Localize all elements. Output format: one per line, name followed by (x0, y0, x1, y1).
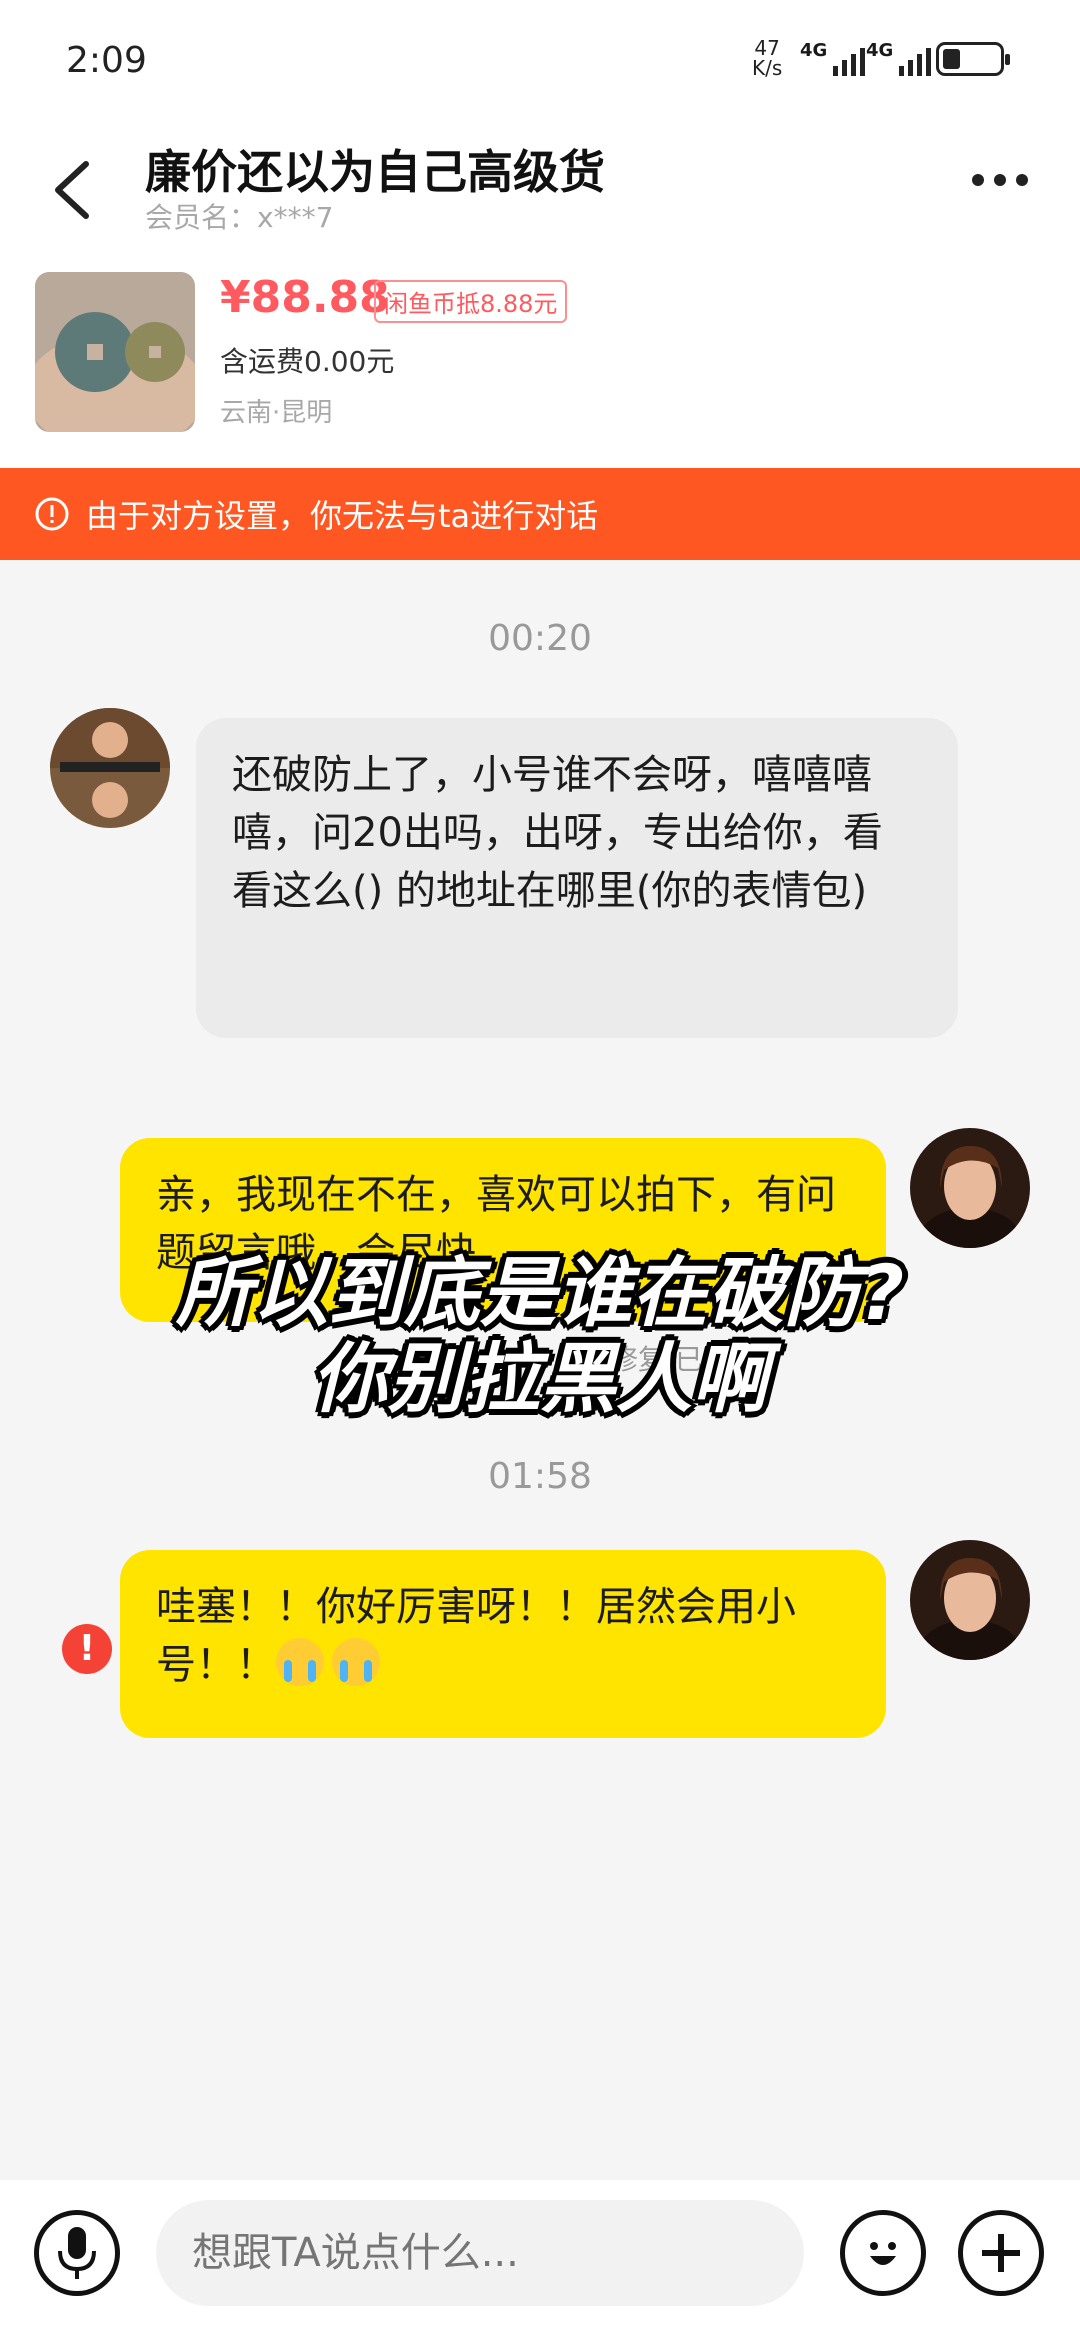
microphone-icon (58, 2227, 96, 2279)
battery-icon (936, 42, 1010, 76)
more-dot (972, 174, 984, 186)
outgoing-message[interactable]: 亲，我现在不在，喜欢可以拍下，有问题留言哦，会尽快 (120, 1138, 886, 1322)
shipping-info: 含运费0.00元 (220, 345, 395, 378)
my-avatar (910, 1128, 1030, 1248)
emoji-button[interactable] (840, 2210, 926, 2296)
voice-button[interactable] (34, 2210, 120, 2296)
member-name: 会员名：x***7 (145, 201, 334, 234)
crying-emoji-icon (276, 1638, 324, 1686)
more-dot (994, 174, 1006, 186)
net-speed: 47 K/s (752, 38, 782, 78)
product-thumbnail[interactable] (35, 272, 195, 432)
coin-image (35, 272, 195, 432)
crying-emoji-icon (332, 1638, 380, 1686)
smiley-icon (870, 2242, 896, 2265)
other-user-avatar (50, 708, 170, 828)
signal-label: 4G (800, 40, 828, 61)
avatar[interactable] (910, 1540, 1030, 1660)
more-actions-button[interactable] (958, 2210, 1044, 2296)
restriction-banner: 由于对方设置，你无法与ta进行对话 (0, 468, 1080, 560)
chevron-left-icon (55, 161, 89, 219)
signal-icon: 4G (800, 40, 866, 76)
status-time: 2:09 (66, 40, 147, 81)
product-card[interactable]: ¥88.88 闲鱼币抵8.88元 含运费0.00元 云南·昆明 (0, 268, 1080, 458)
banner-text: 由于对方设置，你无法与ta进行对话 (86, 497, 599, 535)
status-bar: 2:09 47 K/s 4G 4G (0, 0, 1080, 120)
avatar[interactable] (910, 1128, 1030, 1248)
signal-icon: 4G (866, 40, 932, 76)
coin-discount-badge: 闲鱼币抵8.88元 (374, 280, 568, 323)
signal-label: 4G (866, 40, 894, 61)
avatar[interactable] (50, 708, 170, 828)
more-options-button[interactable] (960, 160, 1040, 200)
plus-icon (982, 2234, 1020, 2272)
warning-icon (35, 497, 69, 531)
incoming-message[interactable]: 还破防上了，小号谁不会呀，嘻嘻嘻嘻，问20出吗，出呀，专出给你，看看这么() 的… (196, 718, 958, 1038)
my-avatar (910, 1540, 1030, 1660)
back-button[interactable] (44, 150, 104, 230)
chat-area[interactable]: 00:20 还破防上了，小号谁不会呀，嘻嘻嘻嘻，问20出吗，出呀，专出给你，看看… (0, 560, 1080, 2180)
chat-header: 廉价还以为自己高级货 会员名：x***7 (0, 120, 1080, 260)
product-price: ¥88.88 (220, 272, 390, 323)
more-dot (1016, 174, 1028, 186)
read-status: 修复·已读 (610, 1343, 731, 1376)
input-bar (0, 2180, 1080, 2340)
page-title: 廉价还以为自己高级货 (145, 145, 605, 199)
product-location: 云南·昆明 (220, 398, 333, 428)
timestamp: 00:20 (488, 618, 592, 659)
timestamp: 01:58 (488, 1456, 592, 1497)
message-text: 哇塞！！你好厉害呀！！居然会用小号！！ (156, 1584, 796, 1688)
send-failed-icon[interactable]: ! (62, 1624, 112, 1674)
net-speed-unit: K/s (752, 56, 783, 80)
net-speed-value: 47 (754, 36, 780, 60)
message-input[interactable] (156, 2200, 804, 2306)
outgoing-message[interactable]: 哇塞！！你好厉害呀！！居然会用小号！！ (120, 1550, 886, 1738)
